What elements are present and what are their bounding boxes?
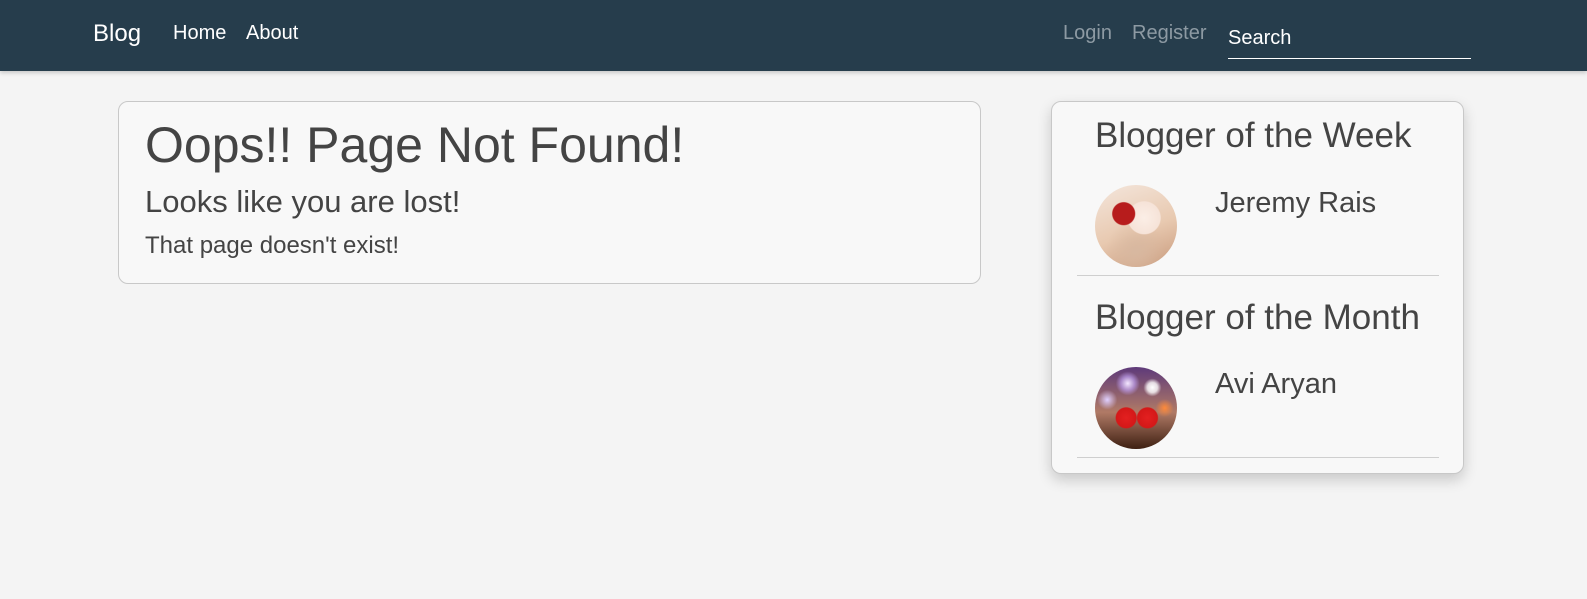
blogger-of-month-avatar[interactable]	[1095, 367, 1177, 449]
brand-logo-link[interactable]: Blog	[93, 20, 141, 48]
section-divider	[1077, 275, 1439, 276]
top-navbar: Blog Home About Login Register	[0, 0, 1587, 71]
login-link[interactable]: Login	[1063, 22, 1112, 45]
search-input[interactable]	[1228, 19, 1471, 59]
blogger-of-week-title: Blogger of the Week	[1095, 116, 1412, 155]
blogger-of-week-name[interactable]: Jeremy Rais	[1215, 187, 1376, 220]
section-divider	[1077, 457, 1439, 458]
register-link[interactable]: Register	[1132, 22, 1206, 45]
error-subtitle: Looks like you are lost!	[145, 184, 461, 219]
nav-home-link[interactable]: Home	[173, 22, 226, 45]
blogger-of-month-title: Blogger of the Month	[1095, 298, 1420, 337]
error-card: Oops!! Page Not Found! Looks like you ar…	[118, 101, 981, 284]
blogger-of-month-name[interactable]: Avi Aryan	[1215, 368, 1337, 401]
nav-about-link[interactable]: About	[246, 22, 298, 45]
featured-bloggers-card: Blogger of the Week Jeremy Rais Blogger …	[1051, 101, 1464, 474]
error-title: Oops!! Page Not Found!	[145, 117, 685, 173]
blogger-of-week-avatar[interactable]	[1095, 185, 1177, 267]
error-message: That page doesn't exist!	[145, 232, 400, 259]
